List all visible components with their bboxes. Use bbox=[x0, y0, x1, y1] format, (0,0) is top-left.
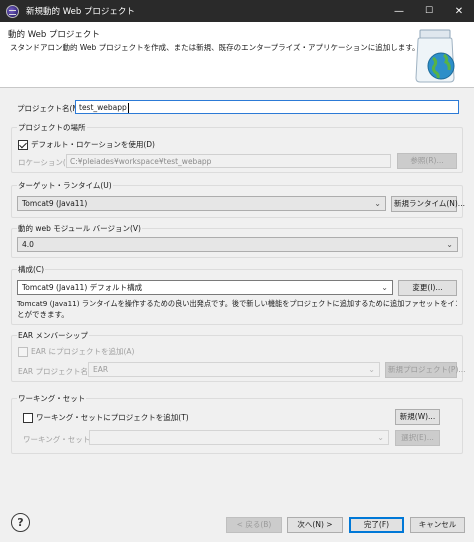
location-value: C:¥pleiades¥workspace¥test_webapp bbox=[70, 157, 212, 166]
configuration-description-line1: Tomcat9 (Java11) ランタイムを操作するための良い出発点です。後で… bbox=[17, 299, 457, 308]
project-name-input[interactable]: test_webapp bbox=[75, 100, 459, 114]
target-runtime-select[interactable]: Tomcat9 (Java11) ⌄ bbox=[17, 196, 386, 211]
add-to-ear-checkbox[interactable]: EAR にプロジェクトを追加(A) bbox=[18, 346, 134, 357]
wizard-page-title: 動的 Web プロジェクト bbox=[8, 30, 100, 40]
ear-membership-group-label: EAR メンバーシップ bbox=[17, 330, 89, 341]
jar-globe-icon bbox=[415, 29, 455, 83]
finish-button[interactable]: 完了(F) bbox=[349, 517, 404, 533]
cancel-button[interactable]: キャンセル bbox=[410, 517, 465, 533]
configuration-group-label: 構成(C) bbox=[17, 264, 46, 275]
use-default-location-checkbox[interactable]: デフォルト・ロケーションを使用(D) bbox=[18, 139, 155, 150]
add-to-working-set-checkbox[interactable]: ワーキング・セットにプロジェクトを追加(T) bbox=[23, 412, 189, 423]
wizard-page-description: スタンドアロン動的 Web プロジェクトを作成、または新規、既存のエンタープライ… bbox=[10, 43, 420, 52]
new-runtime-button[interactable]: 新規ランタイム(N)... bbox=[391, 196, 465, 212]
text-caret bbox=[127, 103, 129, 113]
module-version-select[interactable]: 4.0 ⌄ bbox=[17, 237, 458, 252]
ear-project-name-value: EAR bbox=[93, 365, 109, 374]
close-button[interactable]: ✕ bbox=[444, 0, 474, 22]
configuration-value: Tomcat9 (Java11) デフォルト構成 bbox=[22, 283, 143, 292]
ear-project-name-select[interactable]: EAR ⌄ bbox=[88, 362, 380, 377]
add-to-working-set-label: ワーキング・セットにプロジェクトを追加(T) bbox=[36, 413, 189, 422]
chevron-down-icon: ⌄ bbox=[381, 283, 388, 292]
new-ear-project-button[interactable]: 新規プロジェクト(P)... bbox=[385, 362, 466, 378]
target-runtime-group-label: ターゲット・ランタイム(U) bbox=[17, 180, 113, 191]
maximize-button[interactable]: ☐ bbox=[414, 0, 444, 22]
modify-configuration-button[interactable]: 変更(I)... bbox=[398, 280, 457, 296]
working-set-group-label: ワーキング・セット bbox=[17, 393, 87, 404]
chevron-down-icon: ⌄ bbox=[374, 199, 381, 208]
new-working-set-button[interactable]: 新規(W)... bbox=[395, 409, 440, 425]
module-version-value: 4.0 bbox=[22, 240, 34, 249]
help-icon[interactable]: ? bbox=[11, 513, 30, 532]
chevron-down-icon: ⌄ bbox=[446, 240, 453, 249]
add-to-ear-label: EAR にプロジェクトを追加(A) bbox=[31, 347, 135, 356]
chevron-down-icon: ⌄ bbox=[368, 365, 375, 374]
select-working-set-button[interactable]: 選択(E)... bbox=[395, 430, 440, 446]
window-titlebar: 新規動的 Web プロジェクト — ☐ ✕ bbox=[0, 0, 474, 22]
project-name-value: test_webapp bbox=[79, 103, 127, 112]
back-button[interactable]: < 戻る(B) bbox=[226, 517, 282, 533]
configuration-description-line2: とができます。 bbox=[17, 310, 69, 319]
use-default-location-label: デフォルト・ロケーションを使用(D) bbox=[31, 140, 155, 149]
use-default-checkbox-box[interactable] bbox=[18, 139, 28, 150]
working-set-select[interactable]: ⌄ bbox=[89, 430, 389, 445]
target-runtime-value: Tomcat9 (Java11) bbox=[22, 199, 88, 208]
location-input[interactable]: C:¥pleiades¥workspace¥test_webapp bbox=[66, 154, 391, 168]
wizard-header: 動的 Web プロジェクト スタンドアロン動的 Web プロジェクトを作成、また… bbox=[0, 22, 474, 88]
eclipse-app-icon bbox=[6, 4, 19, 18]
browse-button[interactable]: 参照(R)... bbox=[397, 153, 457, 169]
next-button[interactable]: 次へ(N) > bbox=[287, 517, 343, 533]
add-to-ear-checkbox-box[interactable] bbox=[18, 346, 28, 357]
window-title: 新規動的 Web プロジェクト bbox=[26, 7, 135, 17]
module-version-group-label: 動的 web モジュール バージョン(V) bbox=[17, 223, 142, 234]
add-to-working-set-checkbox-box[interactable] bbox=[23, 412, 33, 423]
location-group-label: プロジェクトの場所 bbox=[17, 122, 87, 133]
configuration-description: Tomcat9 (Java11) ランタイムを操作するための良い出発点です。後で… bbox=[17, 298, 457, 320]
chevron-down-icon: ⌄ bbox=[377, 433, 384, 442]
minimize-button[interactable]: — bbox=[384, 0, 414, 22]
configuration-select[interactable]: Tomcat9 (Java11) デフォルト構成 ⌄ bbox=[17, 280, 393, 295]
